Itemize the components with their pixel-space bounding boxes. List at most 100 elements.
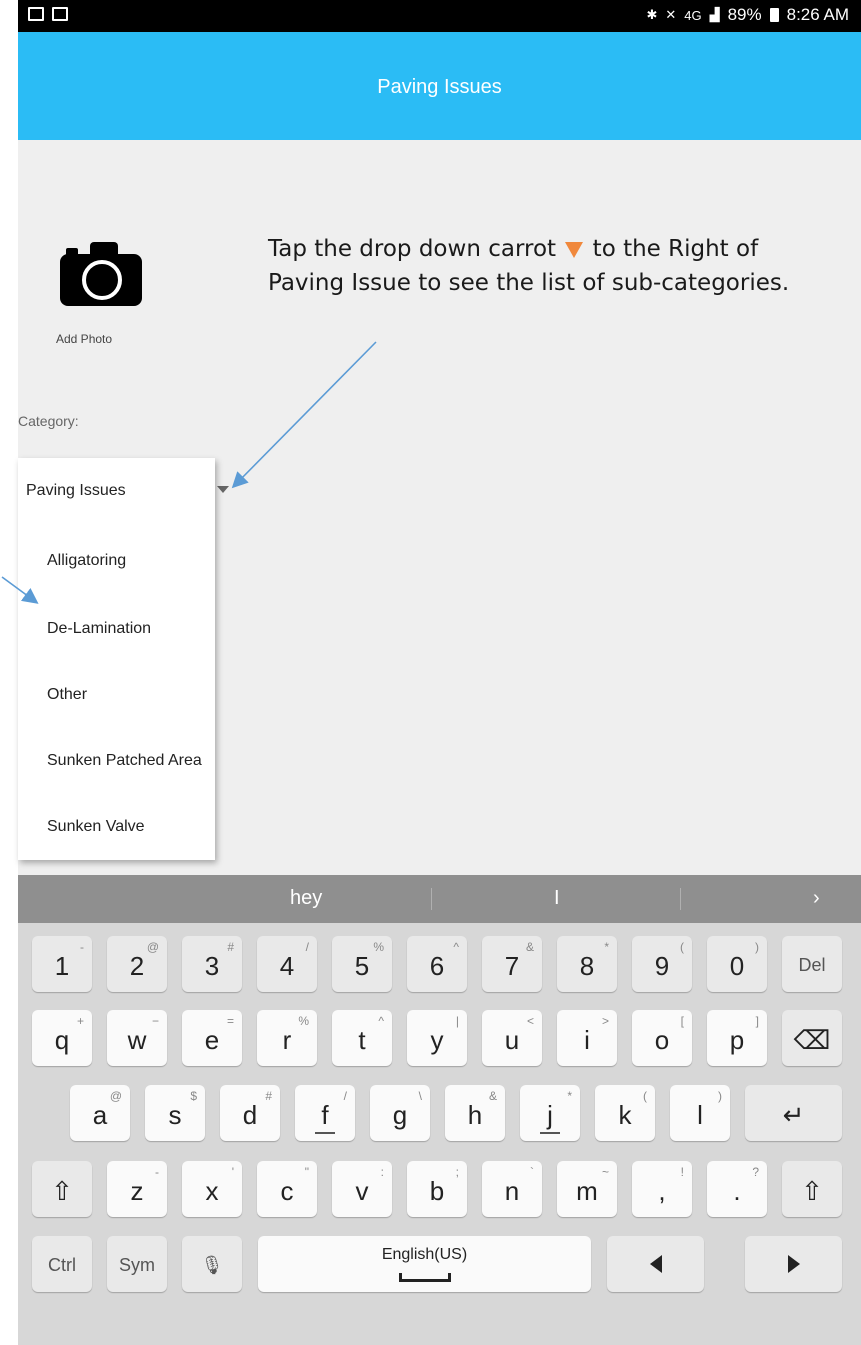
key-comma-label: , [658,1176,666,1206]
key-8-label: 8 [579,951,595,981]
key-comma[interactable]: ,! [632,1161,692,1217]
key-f[interactable]: f / [295,1085,355,1141]
space-bar[interactable]: English(US) [258,1236,591,1292]
key-l[interactable]: l) [670,1085,730,1141]
gallery-icon [28,7,44,21]
key-f-alt-label: / [343,1089,347,1103]
key-5-alt-label: % [373,940,384,954]
cursor-right-icon[interactable] [745,1236,842,1292]
key-c-alt-label: " [304,1165,309,1179]
key-3[interactable]: 3 # [182,936,242,992]
key-e-alt-label: = [226,1014,234,1028]
key-o[interactable]: o[ [632,1010,692,1066]
key-del-label: Del [798,955,826,975]
key-period-alt-label: ? [752,1165,759,1179]
microphone-icon[interactable]: 🎙 [182,1236,242,1292]
key-s[interactable]: s $ [145,1085,205,1141]
chevron-right-icon[interactable]: › [813,887,820,910]
key-3-label: 3 [204,951,220,981]
key-q[interactable]: q + [32,1010,92,1066]
sym-key[interactable]: Sym [107,1236,167,1292]
key-p-alt-label: ] [755,1014,759,1028]
key-6[interactable]: 6 ^ [407,936,467,992]
key-j[interactable]: j * [520,1085,580,1141]
key-o-alt-label: [ [680,1014,684,1028]
keyboard-icon [52,7,68,21]
enter-icon-label: ↵ [782,1100,805,1130]
key-t[interactable]: t ^ [332,1010,392,1066]
key-e[interactable]: e = [182,1010,242,1066]
key-l-alt-label: ) [718,1089,722,1103]
enter-icon[interactable]: ↵ [745,1085,842,1141]
key-x[interactable]: x ' [182,1161,242,1217]
key-2[interactable]: 2 @ [107,936,167,992]
key-4[interactable]: 4/ [257,936,317,992]
key-p-label: p [729,1025,745,1055]
key-del[interactable]: Del [782,936,842,992]
suggestion-hey[interactable]: hey [290,887,322,910]
shift-right-icon[interactable]: ⇧ [782,1161,842,1217]
key-i-alt-label: > [601,1014,609,1028]
key-t-label: t [358,1025,366,1055]
key-period[interactable]: .? [707,1161,767,1217]
key-b[interactable]: b; [407,1161,467,1217]
key-a[interactable]: a @ [70,1085,130,1141]
key-y[interactable]: y | [407,1010,467,1066]
dropdown-caret-icon[interactable] [217,486,229,493]
key-z-label: z [130,1176,144,1206]
key-0[interactable]: 0) [707,936,767,992]
menu-item-alligatoring[interactable]: Alligatoring [47,552,126,570]
suggestion-i[interactable]: I [554,887,560,910]
key-d[interactable]: d # [220,1085,280,1141]
signal-icon: ▟ [709,7,720,22]
backspace-icon[interactable]: ⌫ [782,1010,842,1066]
key-m-alt-label: ~ [601,1165,609,1179]
category-dropdown-menu[interactable]: Paving Issues Alligatoring De-Lamination… [18,458,215,860]
ctrl-key-label: Ctrl [48,1255,76,1275]
menu-item-sunken-valve[interactable]: Sunken Valve [47,818,145,836]
key-r-label: r [282,1025,292,1055]
key-g[interactable]: g \ [370,1085,430,1141]
key-o-label: o [654,1025,670,1055]
key-r[interactable]: r% [257,1010,317,1066]
backspace-icon-label: ⌫ [793,1025,831,1055]
key-w[interactable]: w − [107,1010,167,1066]
key-f-label: f [321,1100,329,1130]
key-c[interactable]: c " [257,1161,317,1217]
sym-key-label: Sym [119,1255,155,1275]
shift-left-icon[interactable]: ⇧ [32,1161,92,1217]
key-0-label: 0 [729,951,745,981]
category-selected[interactable]: Paving Issues [26,482,126,500]
ctrl-key[interactable]: Ctrl [32,1236,92,1292]
key-k-label: k [618,1100,632,1130]
app-bar: Paving Issues [18,32,861,140]
key-5[interactable]: 5% [332,936,392,992]
key-m[interactable]: m ~ [557,1161,617,1217]
key-1[interactable]: 1- [32,936,92,992]
key-k-alt-label: ( [643,1089,647,1103]
key-8[interactable]: 8 * [557,936,617,992]
key-z[interactable]: z- [107,1161,167,1217]
key-k[interactable]: k( [595,1085,655,1141]
key-h[interactable]: h & [445,1085,505,1141]
menu-item-de-lamination[interactable]: De-Lamination [47,620,151,638]
key-v[interactable]: v: [332,1161,392,1217]
key-1-label: 1 [54,951,70,981]
microphone-icon-label: 🎙 [200,1255,224,1275]
key-p[interactable]: p] [707,1010,767,1066]
camera-icon[interactable] [60,240,142,306]
key-i[interactable]: i > [557,1010,617,1066]
key-i-label: i [584,1025,590,1055]
key-7[interactable]: 7 & [482,936,542,992]
key-u[interactable]: u < [482,1010,542,1066]
key-7-label: 7 [504,951,520,981]
key-n[interactable]: n ` [482,1161,542,1217]
key-q-alt-label: + [76,1014,84,1028]
menu-item-sunken-patched-area[interactable]: Sunken Patched Area [47,752,202,770]
cursor-left-icon[interactable] [607,1236,704,1292]
key-9[interactable]: 9( [632,936,692,992]
key-2-label: 2 [129,951,145,981]
menu-item-other[interactable]: Other [47,686,87,704]
add-photo-label[interactable]: Add Photo [56,332,112,346]
key-q-label: q [54,1025,70,1055]
